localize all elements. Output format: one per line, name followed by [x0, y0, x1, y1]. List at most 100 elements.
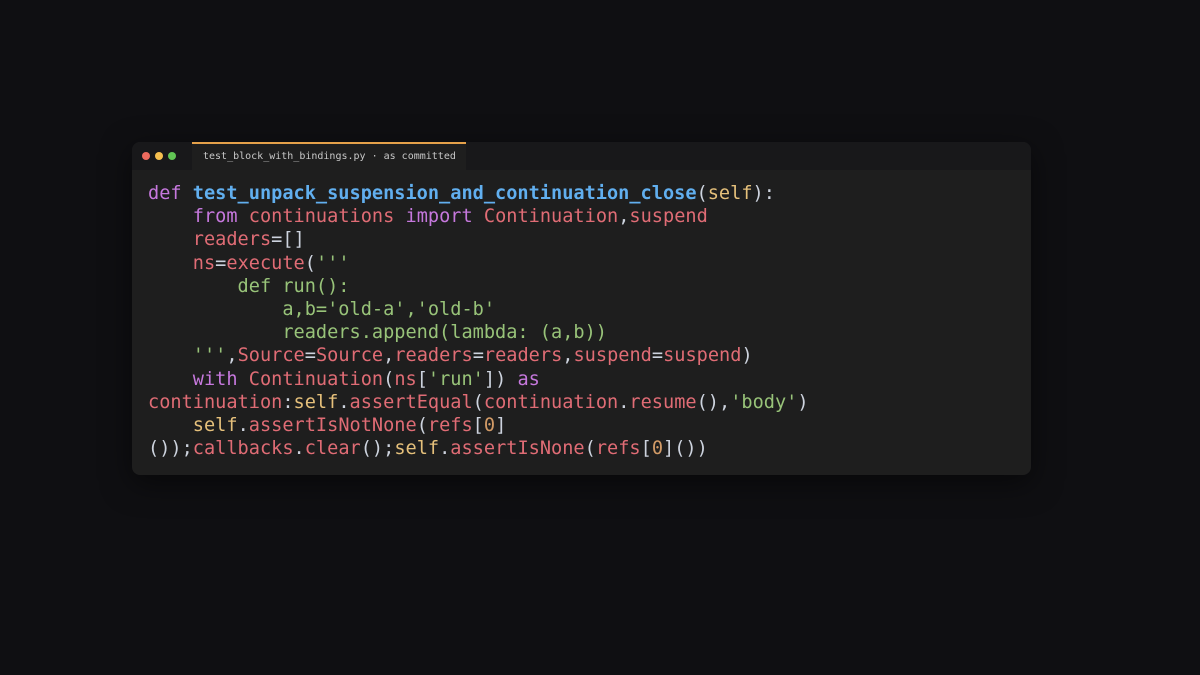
code-line: def test_unpack_suspension_and_continuat… [148, 182, 809, 205]
code-token: = [304, 345, 316, 367]
code-token: continuation [483, 391, 619, 413]
code-token: (); [360, 438, 395, 460]
code-line: readers=[] [148, 228, 809, 251]
code-line: readers.append(lambda: (a,b)) [148, 321, 809, 344]
code-token: import [405, 206, 484, 228]
code-token: self [707, 183, 753, 204]
code-token: =[] [271, 229, 305, 251]
code-token: from [192, 206, 249, 228]
code-line: continuation:self.assertEqual(continuati… [148, 391, 809, 414]
code-token: : [282, 391, 294, 413]
code-token: def [148, 183, 193, 204]
code-token: [ [640, 438, 652, 460]
file-tab[interactable]: test_block_with_bindings.py · as committ… [192, 142, 466, 170]
code-token: ( [584, 438, 596, 460]
code-line: self.assertIsNotNone(refs[0] [148, 414, 809, 437]
code-token: = [215, 252, 227, 274]
code-token: execute [226, 252, 305, 274]
code-token: ()); [148, 438, 193, 460]
code-token: ( [383, 368, 395, 390]
code-token: ''' [192, 345, 227, 367]
code-token: [ [472, 414, 484, 436]
code-token: 'run' [427, 368, 484, 390]
code-line: ns=execute(''' [148, 252, 809, 275]
code-token: self [394, 438, 440, 460]
code-line: ());callbacks.clear();self.assertIsNone(… [148, 437, 809, 460]
code-window: test_block_with_bindings.py · as committ… [132, 142, 1031, 475]
code-token: readers.append(lambda: (a,b)) [148, 322, 607, 344]
code-token: , [226, 345, 238, 367]
title-bar: test_block_with_bindings.py · as committ… [132, 142, 1031, 170]
code-token: Source [315, 345, 384, 367]
code-token: ( [472, 391, 484, 413]
code-token: . [439, 438, 451, 460]
code-token: a,b='old-a','old-b' [148, 298, 496, 320]
code-token: = [472, 345, 484, 367]
code-token: . [338, 391, 350, 413]
code-line: with Continuation(ns['run']) as [148, 368, 809, 391]
code-line: def run(): [148, 275, 809, 298]
code-token: suspend [629, 206, 708, 228]
code-token: = [651, 345, 664, 367]
code-token: 'body' [730, 391, 798, 413]
code-token: ( [304, 252, 316, 274]
code-token: . [237, 414, 249, 436]
code-token: suspend [663, 345, 742, 367]
code-block: def test_unpack_suspension_and_continuat… [148, 182, 809, 460]
code-token: [ [416, 368, 428, 390]
close-dot-icon[interactable] [142, 152, 150, 160]
file-tab-label: test_block_with_bindings.py · as committ… [203, 151, 456, 162]
code-token: . [293, 438, 305, 460]
code-token: readers [394, 345, 473, 367]
code-token: assertEqual [349, 391, 473, 413]
code-token: 0 [651, 438, 664, 460]
code-token: refs [595, 438, 641, 460]
code-token: , [383, 345, 395, 367]
code-line: ''',Source=Source,readers=readers,suspen… [148, 344, 809, 367]
code-token: ) [741, 345, 753, 367]
code-token: resume [629, 391, 697, 413]
code-token: assertIsNotNone [248, 414, 417, 436]
code-line: a,b='old-a','old-b' [148, 298, 809, 321]
code-token: , [562, 345, 574, 367]
code-token: continuation [148, 391, 283, 413]
window-controls [142, 152, 176, 160]
code-token: , [618, 206, 630, 228]
code-token: self [293, 391, 339, 413]
code-token: ] [495, 414, 507, 436]
code-token: clear [304, 438, 361, 460]
minimize-dot-icon[interactable] [155, 152, 163, 160]
code-token: suspend [573, 345, 652, 367]
maximize-dot-icon[interactable] [168, 152, 176, 160]
code-token: continuations [248, 206, 406, 228]
code-token: ]()) [663, 438, 708, 460]
code-token: ns [394, 368, 417, 390]
code-token: Continuation [483, 206, 619, 228]
code-token: callbacks [192, 438, 294, 460]
code-token: test_unpack_suspension_and_continuation_… [192, 183, 697, 204]
code-token: refs [427, 414, 473, 436]
code-line: from continuations import Continuation,s… [148, 205, 809, 228]
code-token: 0 [483, 414, 496, 436]
code-token: assertIsNone [450, 438, 585, 460]
code-token: readers [483, 345, 563, 367]
code-token: ]) [483, 368, 518, 390]
code-token: . [618, 391, 630, 413]
code-token: ''' [315, 252, 350, 274]
code-token: ( [696, 183, 708, 204]
code-token: as [517, 368, 540, 390]
code-token: Continuation [248, 368, 384, 390]
code-token: Source [237, 345, 305, 367]
code-token: def run(): [148, 275, 350, 297]
code-token: ns [192, 252, 216, 274]
code-token: with [192, 368, 249, 390]
code-token: ( [416, 414, 428, 436]
code-token: ) [797, 391, 809, 413]
code-token: self [192, 414, 238, 436]
